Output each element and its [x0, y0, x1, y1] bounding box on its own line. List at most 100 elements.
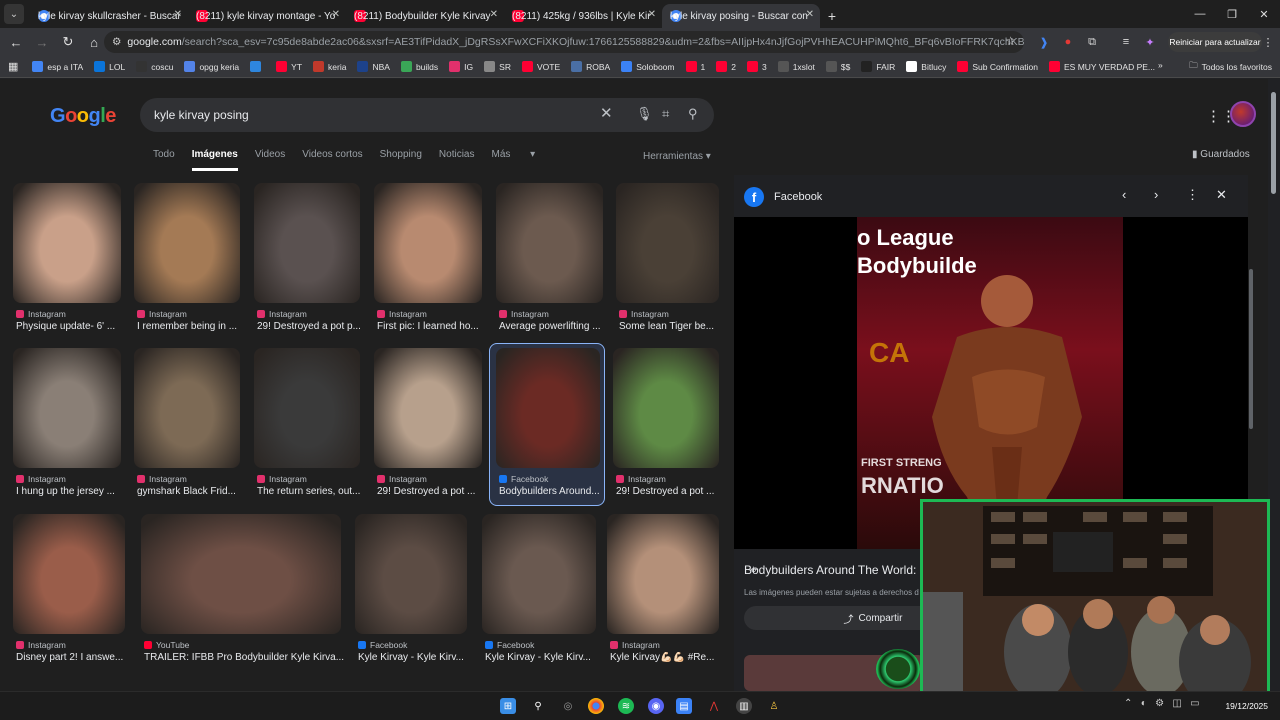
image-result[interactable] — [254, 348, 360, 468]
result-source[interactable]: Instagram — [16, 474, 66, 484]
saved-button[interactable]: ▮ Guardados — [1192, 149, 1250, 160]
next-icon[interactable]: › — [1154, 187, 1158, 202]
bookmark-item[interactable]: keria — [313, 61, 346, 72]
tab-search-button[interactable]: ⌄ — [4, 4, 24, 24]
discord-icon[interactable]: ◉ — [648, 698, 664, 714]
more-bookmarks-icon[interactable]: » — [1158, 60, 1163, 70]
close-tab-icon[interactable]: ✕ — [806, 9, 814, 20]
browser-tab[interactable]: (8211) 425kg / 936lbs | Kyle Kir ✕ — [504, 4, 662, 28]
image-result[interactable] — [496, 348, 600, 468]
bookmark-item[interactable]: esp a ITA — [32, 61, 83, 72]
bookmark-item[interactable]: 2 — [716, 61, 736, 72]
search-icon[interactable]: ⚲ — [530, 698, 546, 714]
image-result[interactable] — [254, 183, 360, 303]
result-source[interactable]: Instagram — [619, 309, 669, 319]
image-result[interactable] — [355, 514, 467, 634]
result-title[interactable]: gymshark Black Frid... — [137, 486, 247, 497]
bookmark-item[interactable] — [250, 61, 265, 72]
bookmark-item[interactable]: coscu — [136, 61, 173, 72]
new-tab-button[interactable]: + — [820, 4, 844, 28]
bookmark-item[interactable]: SR — [484, 61, 511, 72]
result-title[interactable]: Some lean Tiger be... — [619, 321, 726, 332]
close-tab-icon[interactable]: ✕ — [174, 9, 182, 20]
result-source[interactable]: Facebook — [485, 640, 534, 650]
image-result[interactable] — [134, 348, 240, 468]
close-tab-icon[interactable]: ✕ — [332, 9, 340, 20]
result-title[interactable]: Average powerlifting ... — [499, 321, 610, 332]
result-title[interactable]: 29! Destroyed a pot p... — [257, 321, 367, 332]
clear-icon[interactable]: ✕ — [600, 104, 613, 122]
bookmark-item[interactable]: NBA — [357, 61, 390, 72]
result-title[interactable]: First pic: I learned ho... — [377, 321, 489, 332]
result-title[interactable]: Kyle Kirvay - Kyle Kirv... — [485, 652, 603, 663]
tab-news[interactable]: Noticias — [439, 149, 475, 171]
bookmark-item[interactable]: FAIR — [861, 61, 895, 72]
close-window-icon[interactable]: ✕ — [1248, 0, 1280, 28]
image-result[interactable] — [374, 183, 482, 303]
lens-icon[interactable]: ⌗ — [662, 106, 669, 122]
app-icon[interactable]: ▥ — [736, 698, 752, 714]
app-icon[interactable]: ♙ — [766, 698, 782, 714]
app-icon[interactable]: ◎ — [560, 698, 576, 714]
bookmark-item[interactable]: 1 — [685, 61, 705, 72]
notes-icon[interactable]: ▤ — [676, 698, 692, 714]
browser-tab-active[interactable]: kyle kirvay posing - Buscar con ✕ — [662, 4, 820, 28]
reload-icon[interactable]: ↻ — [56, 30, 80, 54]
result-source[interactable]: Instagram — [137, 309, 187, 319]
extensions-puzzle-icon[interactable]: ⧉ — [1082, 32, 1102, 52]
image-result[interactable] — [482, 514, 596, 634]
tab-shopping[interactable]: Shopping — [380, 149, 422, 171]
result-source[interactable]: Instagram — [137, 474, 187, 484]
avatar[interactable] — [1230, 101, 1256, 127]
tab-short-videos[interactable]: Videos cortos — [302, 149, 362, 171]
profile-icon[interactable]: ✦ — [1140, 32, 1160, 52]
result-title[interactable]: 29! Destroyed a pot ... — [377, 486, 489, 497]
page-scrollbar[interactable] — [1271, 92, 1276, 194]
bookmark-item[interactable]: ROBA — [571, 61, 610, 72]
image-result[interactable] — [613, 348, 719, 468]
result-source[interactable]: Instagram — [377, 474, 427, 484]
maximize-icon[interactable]: ❐ — [1216, 0, 1248, 28]
chrome-icon[interactable] — [588, 698, 604, 714]
result-source[interactable]: Instagram — [16, 640, 66, 650]
browser-menu-icon[interactable]: ⋮ — [1258, 32, 1278, 52]
tools-button[interactable]: Herramientas ▾ — [643, 151, 711, 162]
panel-scrollbar[interactable] — [1249, 269, 1253, 429]
system-tray[interactable]: ⌃ ◐ ⚙ ◫ ▭ — [1124, 698, 1200, 709]
result-source[interactable]: Facebook — [499, 474, 548, 484]
reading-list-icon[interactable]: ≡ — [1116, 32, 1136, 52]
bookmark-item[interactable]: YT — [276, 61, 302, 72]
result-title[interactable]: I remember being in ... — [137, 321, 247, 332]
image-result[interactable] — [13, 348, 121, 468]
bookmark-item[interactable]: Bitlucy — [906, 61, 946, 72]
bookmark-item[interactable]: Sub Confirmation — [957, 61, 1038, 72]
close-icon[interactable]: ✕ — [1216, 187, 1227, 203]
bookmark-item[interactable]: VOTE — [521, 61, 560, 72]
extension-icon[interactable]: ❱ — [1034, 32, 1054, 52]
bookmark-item[interactable]: 3 — [746, 61, 767, 72]
result-title[interactable]: 29! Destroyed a pot ... — [616, 486, 726, 497]
result-source[interactable]: Instagram — [257, 309, 307, 319]
image-result[interactable] — [607, 514, 719, 634]
image-result[interactable] — [134, 183, 240, 303]
voice-search-icon[interactable]: 🎙 — [636, 106, 653, 122]
result-title[interactable]: I hung up the jersey ... — [16, 486, 128, 497]
search-icon[interactable]: ⚲ — [688, 106, 698, 122]
result-title[interactable]: Disney part 2! I answe... — [16, 652, 132, 663]
tab-todo[interactable]: Todo — [153, 149, 175, 171]
result-source[interactable]: Facebook — [358, 640, 407, 650]
bookmark-item[interactable]: $$ — [825, 61, 850, 72]
close-tab-icon[interactable]: ✕ — [648, 9, 656, 20]
tab-images[interactable]: Imágenes — [191, 149, 238, 171]
bookmark-star-icon[interactable]: ☆ — [1005, 34, 1016, 48]
minimize-icon[interactable]: — — [1184, 0, 1216, 28]
result-title[interactable]: Physique update- 6' ... — [16, 321, 128, 332]
more-options-icon[interactable]: ⋮ — [1186, 187, 1199, 203]
bookmark-item[interactable]: opgg keria — [184, 61, 239, 72]
result-title[interactable]: Kyle Kirvay💪🏻💪🏻 #Re... — [610, 652, 726, 663]
tab-videos[interactable]: Videos — [255, 149, 285, 171]
address-bar[interactable]: ⚙ google.com/search?sca_esv=7c95de8abde2… — [104, 31, 1024, 53]
browser-tab[interactable]: (8211) kyle kirvay montage - Yo ✕ — [188, 4, 346, 28]
extension-icon[interactable]: ● — [1058, 32, 1078, 52]
image-result[interactable] — [13, 183, 121, 303]
